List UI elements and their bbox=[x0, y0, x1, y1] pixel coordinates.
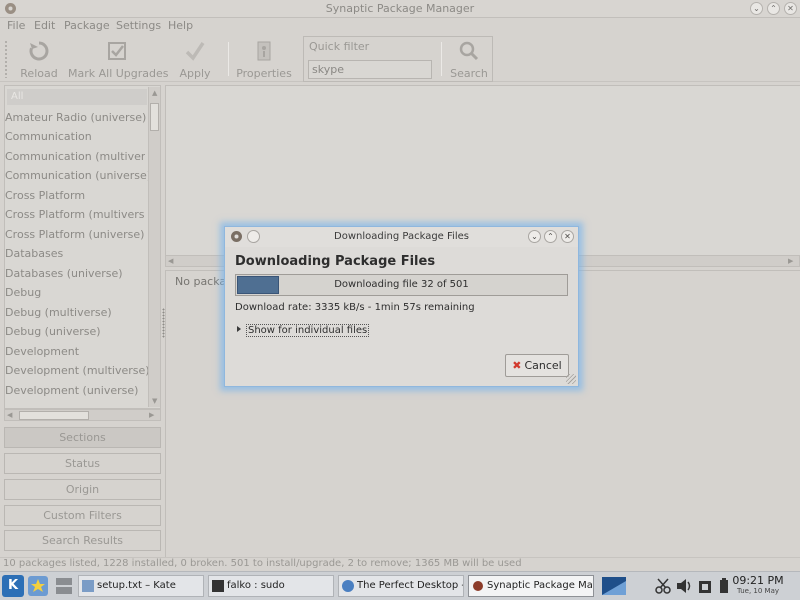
clock[interactable]: 09:21 PM Tue, 10 May bbox=[730, 574, 786, 595]
properties-icon bbox=[257, 41, 271, 61]
dialog-title: Downloading Package Files bbox=[334, 231, 469, 242]
mark-all-upgrades-button[interactable]: Mark All Upgrades bbox=[68, 38, 169, 80]
menu-package[interactable]: Package bbox=[64, 19, 110, 32]
section-item[interactable]: Debug (universe) bbox=[5, 325, 101, 338]
minimize-button[interactable]: ⌄ bbox=[750, 2, 763, 15]
reload-icon bbox=[29, 41, 49, 61]
statusbar: 10 packages listed, 1228 installed, 0 br… bbox=[0, 557, 800, 571]
section-item[interactable]: Communication bbox=[5, 130, 92, 143]
scroll-right-arrow-icon[interactable]: ▶ bbox=[149, 411, 154, 419]
scrollbar-thumb[interactable] bbox=[150, 103, 159, 131]
menu-file[interactable]: File bbox=[7, 19, 25, 32]
favorite-star-icon[interactable] bbox=[28, 576, 48, 596]
dialog-titlebar[interactable]: Downloading Package Files ⌄ ⌃ ✕ bbox=[225, 227, 578, 247]
quick-filter-label: Quick filter bbox=[309, 40, 370, 53]
download-dialog: Downloading Package Files ⌄ ⌃ ✕ Download… bbox=[224, 226, 579, 387]
scrollbar-thumb[interactable] bbox=[19, 411, 89, 420]
expander-arrow-icon bbox=[237, 326, 241, 332]
apply-checkmark-icon bbox=[185, 42, 205, 61]
kde-menu-button[interactable]: K bbox=[2, 575, 24, 597]
section-item[interactable]: Debug bbox=[5, 286, 41, 299]
toolbar-grip[interactable] bbox=[4, 40, 8, 78]
maximize-button[interactable]: ⌃ bbox=[767, 2, 780, 15]
taskbar-item-kate[interactable]: setup.txt – Kate bbox=[78, 575, 204, 597]
progress-text: Downloading file 32 of 501 bbox=[334, 279, 469, 290]
show-individual-files-expander[interactable]: Show for individual files bbox=[237, 324, 370, 337]
section-item[interactable]: Development (multiverse) bbox=[5, 364, 150, 377]
dialog-resize-grip[interactable] bbox=[566, 374, 576, 384]
dialog-minimize-button[interactable]: ⌄ bbox=[528, 230, 541, 243]
volume-icon[interactable] bbox=[675, 577, 693, 595]
package-description-text: No packa bbox=[175, 275, 227, 288]
origin-filter-button[interactable]: Origin bbox=[4, 479, 161, 500]
menu-help[interactable]: Help bbox=[168, 19, 193, 32]
menubar: File Edit Package Settings Help bbox=[0, 18, 800, 35]
menu-edit[interactable]: Edit bbox=[34, 19, 55, 32]
klipper-scissors-icon[interactable] bbox=[654, 577, 672, 595]
scroll-left-arrow-icon[interactable]: ◀ bbox=[7, 411, 12, 419]
quick-filter-input[interactable] bbox=[308, 60, 432, 79]
sections-list-selected-item[interactable]: All bbox=[7, 89, 147, 105]
window-title: Synaptic Package Manager bbox=[325, 2, 475, 15]
section-item[interactable]: Debug (multiverse) bbox=[5, 306, 112, 319]
sections-filter-button[interactable]: Sections bbox=[4, 427, 161, 448]
section-item[interactable]: Databases (universe) bbox=[5, 267, 123, 280]
section-item[interactable]: Cross Platform bbox=[5, 189, 85, 202]
section-item[interactable]: Development (universe) bbox=[5, 384, 138, 397]
taskbar-item-terminal[interactable]: falko : sudo bbox=[208, 575, 334, 597]
cancel-button[interactable]: ✖ Cancel bbox=[505, 354, 569, 377]
section-item[interactable]: Communication (universe) bbox=[5, 169, 151, 182]
search-button[interactable]: Search bbox=[448, 38, 490, 80]
mark-all-upgrades-icon bbox=[108, 42, 126, 60]
toolbar-separator bbox=[441, 42, 442, 76]
dialog-maximize-button[interactable]: ⌃ bbox=[544, 230, 557, 243]
apply-button[interactable]: Apply bbox=[176, 38, 214, 80]
download-progress-bar: Downloading file 32 of 501 bbox=[235, 274, 568, 296]
section-item[interactable]: Amateur Radio (universe) bbox=[5, 111, 146, 124]
taskbar: K setup.txt – Kate falko : sudo The Perf… bbox=[0, 571, 800, 600]
search-icon bbox=[459, 41, 479, 61]
window-titlebar[interactable]: Synaptic Package Manager ⌄ ⌃ ✕ bbox=[0, 0, 800, 18]
section-item[interactable]: Cross Platform (multiverse) bbox=[5, 208, 145, 221]
desktop-pager-icon[interactable] bbox=[54, 576, 74, 596]
synaptic-app-icon bbox=[473, 581, 483, 591]
taskbar-item-synaptic[interactable]: Synaptic Package Mana bbox=[468, 575, 594, 597]
section-item[interactable]: Development bbox=[5, 345, 79, 358]
statusbar-text: 10 packages listed, 1228 installed, 0 br… bbox=[3, 558, 522, 569]
scroll-right-arrow-icon[interactable]: ▶ bbox=[788, 257, 793, 265]
section-item[interactable]: Communication (multiverse) bbox=[5, 150, 145, 163]
menu-settings[interactable]: Settings bbox=[116, 19, 161, 32]
download-rate-text: Download rate: 3335 kB/s - 1min 57s rema… bbox=[235, 302, 475, 313]
sections-vertical-scrollbar[interactable]: ▲ ▼ bbox=[148, 87, 160, 407]
properties-button[interactable]: Properties bbox=[236, 38, 292, 80]
dialog-close-button[interactable]: ✕ bbox=[561, 230, 574, 243]
scroll-left-arrow-icon[interactable]: ◀ bbox=[168, 257, 173, 265]
cancel-icon: ✖ bbox=[512, 359, 522, 372]
sections-horizontal-scrollbar[interactable]: ◀ ▶ bbox=[4, 409, 161, 421]
reload-button[interactable]: Reload bbox=[18, 38, 60, 80]
close-button[interactable]: ✕ bbox=[784, 2, 797, 15]
toolbar-separator bbox=[228, 42, 229, 76]
section-item[interactable]: Cross Platform (universe) bbox=[5, 228, 144, 241]
search-results-button[interactable]: Search Results bbox=[4, 530, 161, 551]
network-monitor-icon[interactable] bbox=[602, 577, 626, 595]
scroll-down-arrow-icon[interactable]: ▼ bbox=[152, 397, 157, 405]
kate-icon bbox=[82, 580, 94, 592]
scroll-up-arrow-icon[interactable]: ▲ bbox=[152, 89, 157, 97]
status-filter-button[interactable]: Status bbox=[4, 453, 161, 474]
custom-filters-button[interactable]: Custom Filters bbox=[4, 505, 161, 526]
browser-icon bbox=[342, 580, 354, 592]
taskbar-item-browser[interactable]: The Perfect Desktop - bbox=[338, 575, 464, 597]
dialog-heading: Downloading Package Files bbox=[235, 254, 436, 269]
terminal-icon bbox=[212, 580, 224, 592]
device-notifier-icon[interactable] bbox=[696, 577, 714, 595]
section-item[interactable]: Databases bbox=[5, 247, 63, 260]
